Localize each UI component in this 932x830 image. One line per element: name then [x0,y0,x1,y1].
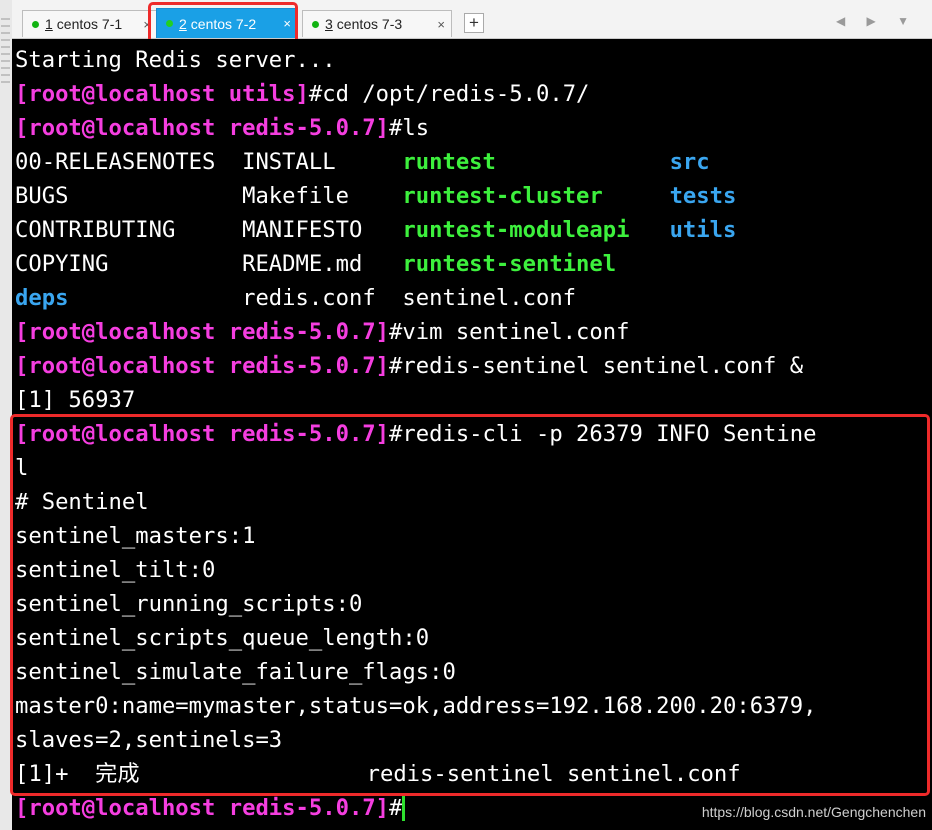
directory-name: src [669,149,710,175]
terminal-text: redis.conf sentinel.conf [68,285,577,311]
terminal-line: [root@localhost redis-5.0.7]#redis-cli -… [15,417,817,451]
terminal-text: #cd /opt/redis-5.0.7/ [308,81,590,107]
tab-centos-7-3[interactable]: 3 centos 7-3 × [302,10,452,37]
terminal-line: [1] 56937 [15,383,817,417]
tab-label: centos 7-1 [56,16,123,32]
close-tab-icon[interactable]: × [283,16,291,31]
executable-name: runtest-moduleapi [402,217,630,243]
tab-number: 2 [179,15,187,32]
side-panel-handle[interactable] [1,18,10,88]
terminal-text: slaves=2,sentinels=3 [15,727,283,753]
tab-navigation-arrows[interactable]: ◀ ▶ ▼ [836,14,918,28]
terminal-line: master0:name=mymaster,status=ok,address=… [15,689,817,723]
terminal-line: sentinel_tilt:0 [15,553,817,587]
terminal-text: # Sentinel [15,489,149,515]
terminal-lines: Starting Redis server... [root@localhost … [15,43,817,825]
terminal-line: 00-RELEASENOTES INSTALL runtest src [15,145,817,179]
connected-status-icon [312,20,319,28]
terminal-line: sentinel_running_scripts:0 [15,587,817,621]
shell-prompt: [root@localhost redis-5.0.7] [15,115,390,141]
watermark: https://blog.csdn.net/Gengchenchen [701,804,926,820]
terminal-text: COPYING README.md [15,251,403,277]
terminal-text: #redis-sentinel sentinel.conf & [389,353,804,379]
terminal-text: sentinel_simulate_failure_flags:0 [15,659,456,685]
terminal-text: sentinel_running_scripts:0 [15,591,363,617]
terminal-line: [root@localhost redis-5.0.7]# [15,791,817,825]
terminal-text: [1] 56937 [15,387,136,413]
terminal-line: sentinel_simulate_failure_flags:0 [15,655,817,689]
terminal-line: sentinel_scripts_queue_length:0 [15,621,817,655]
terminal-text: sentinel_scripts_queue_length:0 [15,625,430,651]
connected-status-icon [166,20,173,27]
terminal-line: [root@localhost redis-5.0.7]#ls [15,111,817,145]
terminal-line: COPYING README.md runtest-sentinel [15,247,817,281]
terminal-output[interactable]: Starting Redis server... [root@localhost … [12,39,932,830]
terminal-line: [root@localhost redis-5.0.7]#vim sentine… [15,315,817,349]
shell-prompt: [root@localhost utils] [15,81,309,107]
terminal-line: # Sentinel [15,485,817,519]
terminal-text: CONTRIBUTING MANIFESTO [15,217,403,243]
tab-number: 1 [45,16,53,32]
shell-prompt: [root@localhost redis-5.0.7] [15,353,390,379]
terminal-line: [1]+ 完成 redis-sentinel sentinel.conf [15,757,817,791]
terminal-line: Starting Redis server... [15,43,817,77]
shell-prompt: [root@localhost redis-5.0.7] [15,319,390,345]
terminal-line: [root@localhost redis-5.0.7]#redis-senti… [15,349,817,383]
directory-name: tests [669,183,737,209]
executable-name: runtest-cluster [402,183,603,209]
shell-prompt: [root@localhost redis-5.0.7] [15,795,390,821]
terminal-text: sentinel_masters:1 [15,523,256,549]
terminal-text: BUGS Makefile [15,183,403,209]
directory-name: deps [15,285,69,311]
close-tab-icon[interactable]: × [437,17,445,32]
executable-name: runtest [402,149,496,175]
connected-status-icon [32,20,39,28]
new-tab-button[interactable]: + [464,13,484,33]
terminal-line: deps redis.conf sentinel.conf [15,281,817,315]
terminal-line: slaves=2,sentinels=3 [15,723,817,757]
tab-number: 3 [325,16,333,32]
executable-name: runtest-sentinel [402,251,617,277]
terminal-line: l [15,451,817,485]
terminal-line: CONTRIBUTING MANIFESTO runtest-moduleapi… [15,213,817,247]
terminal-text: sentinel_tilt:0 [15,557,216,583]
terminal-line: sentinel_masters:1 [15,519,817,553]
terminal-text: l [15,455,29,481]
close-tab-icon[interactable]: × [143,17,151,32]
terminal-line: BUGS Makefile runtest-cluster tests [15,179,817,213]
terminal-text: master0:name=mymaster,status=ok,address=… [15,693,817,719]
terminal-line: [root@localhost utils]#cd /opt/redis-5.0… [15,77,817,111]
terminal-text: 00-RELEASENOTES INSTALL [15,149,403,175]
terminal-text: #vim sentinel.conf [389,319,630,345]
tab-label: centos 7-2 [190,15,257,32]
directory-name: utils [669,217,737,243]
terminal-text: Starting Redis server... [15,47,336,73]
terminal-text: #ls [389,115,430,141]
shell-prompt: [root@localhost redis-5.0.7] [15,421,390,447]
text-cursor [402,793,406,821]
terminal-text: #redis-cli -p 26379 INFO Sentine [389,421,817,447]
tab-label: centos 7-3 [336,16,403,32]
tab-centos-7-2[interactable]: 2 centos 7-2 × [156,8,298,38]
terminal-text: # [389,795,403,821]
terminal-text: [1]+ 完成 redis-sentinel sentinel.conf [15,761,741,787]
tab-centos-7-1[interactable]: 1 centos 7-1 × [22,10,158,37]
session-tab-bar: 1 centos 7-1 × 2 centos 7-2 × 3 centos 7… [12,0,932,39]
